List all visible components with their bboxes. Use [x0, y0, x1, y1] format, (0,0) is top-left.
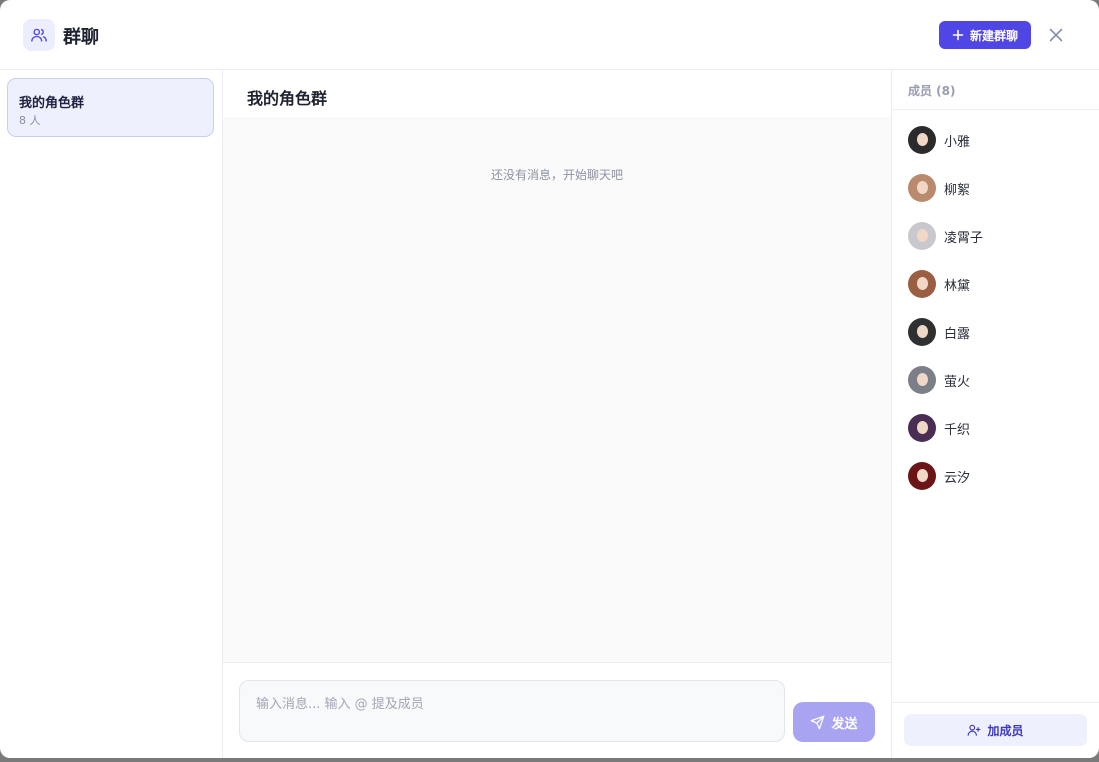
members-footer: 加成员 — [892, 702, 1099, 758]
dialog-title: 群聊 — [63, 27, 99, 48]
avatar — [908, 414, 936, 442]
member-item[interactable]: 柳絮 — [908, 173, 1088, 203]
member-name: 萤火 — [944, 374, 971, 390]
group-chat-dialog: 群聊 新建群聊 我的角色群 8 人 我的角色群 还没有消息，开始聊天吧 发送 — [0, 0, 1099, 758]
member-name: 柳絮 — [944, 182, 971, 198]
add-member-label: 加成员 — [987, 723, 1024, 738]
member-item[interactable]: 林黛 — [908, 269, 1088, 299]
close-icon — [1049, 28, 1063, 42]
group-name: 我的角色群 — [19, 96, 85, 111]
chat-panel: 我的角色群 还没有消息，开始聊天吧 发送 — [223, 70, 891, 758]
member-item[interactable]: 凌霄子 — [908, 221, 1088, 251]
new-group-button[interactable]: 新建群聊 — [939, 21, 1031, 49]
dialog-header: 群聊 新建群聊 — [0, 0, 1099, 70]
avatar — [908, 318, 936, 346]
add-user-icon — [968, 724, 981, 736]
add-member-button[interactable]: 加成员 — [904, 714, 1087, 746]
member-name: 白露 — [944, 326, 971, 342]
group-list-item[interactable]: 我的角色群 8 人 — [7, 78, 214, 137]
avatar — [908, 462, 936, 490]
member-name: 小雅 — [944, 134, 971, 150]
members-header: 成员 (8) — [892, 70, 1099, 110]
chat-header: 我的角色群 — [223, 70, 891, 117]
members-title: 成员 (8) — [908, 84, 956, 98]
message-input[interactable] — [239, 680, 785, 742]
members-panel: 成员 (8) 小雅 柳絮 凌霄子 林黛 白露 萤火 千织 云汐 加成员 — [891, 70, 1099, 758]
member-name: 凌霄子 — [944, 230, 984, 246]
empty-state-text: 还没有消息，开始聊天吧 — [490, 168, 623, 182]
avatar — [908, 174, 936, 202]
group-list-panel: 我的角色群 8 人 — [0, 70, 223, 758]
send-icon — [811, 715, 825, 729]
avatar — [908, 366, 936, 394]
member-item[interactable]: 千织 — [908, 413, 1088, 443]
new-group-label: 新建群聊 — [969, 28, 1018, 43]
close-button[interactable] — [1044, 23, 1068, 47]
member-name: 云汐 — [944, 470, 971, 486]
send-button[interactable]: 发送 — [793, 702, 875, 742]
member-item[interactable]: 云汐 — [908, 461, 1088, 491]
avatar — [908, 126, 936, 154]
member-name: 林黛 — [944, 278, 971, 294]
message-composer: 发送 — [223, 663, 891, 758]
group-member-count: 8 人 — [19, 114, 41, 127]
avatar — [908, 222, 936, 250]
member-name: 千织 — [944, 422, 971, 438]
member-item[interactable]: 萤火 — [908, 365, 1088, 395]
users-icon — [23, 19, 55, 51]
avatar — [908, 270, 936, 298]
message-area: 还没有消息，开始聊天吧 — [223, 117, 891, 663]
member-item[interactable]: 小雅 — [908, 125, 1088, 155]
send-label: 发送 — [831, 716, 858, 732]
plus-icon — [952, 29, 964, 41]
chat-title: 我的角色群 — [247, 89, 328, 108]
member-item[interactable]: 白露 — [908, 317, 1088, 347]
